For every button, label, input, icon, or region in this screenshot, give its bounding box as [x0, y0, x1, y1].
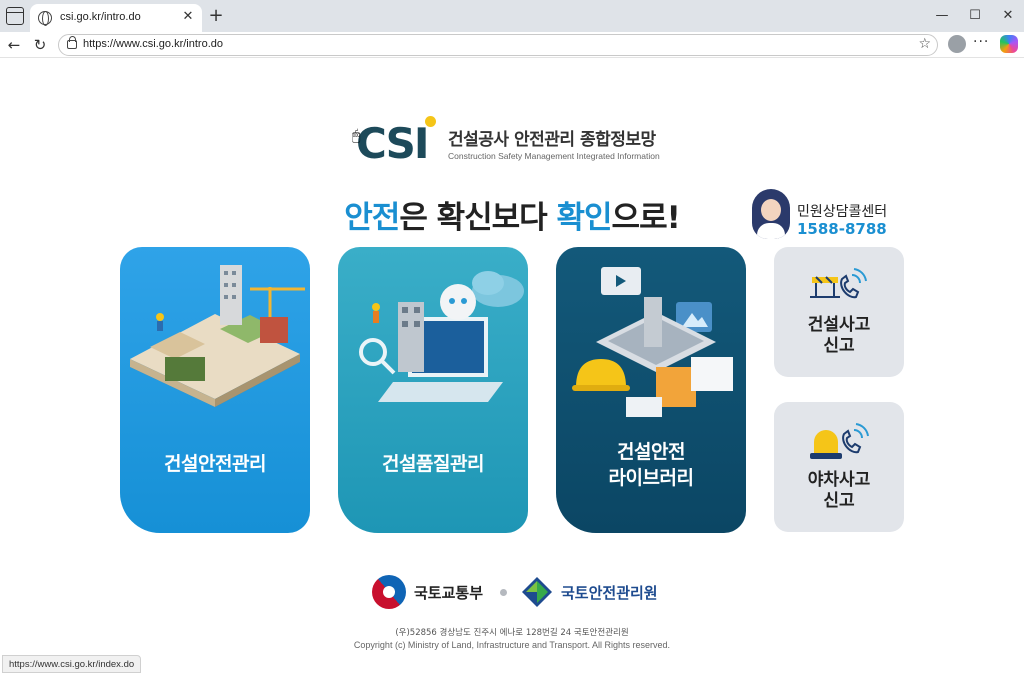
slogan-text-1: 은 확신보다: [399, 200, 557, 236]
slogan-highlight-1: 안전: [344, 200, 400, 236]
card-label-line1: 건설안전: [617, 441, 685, 463]
profile-avatar[interactable]: [948, 35, 966, 53]
call-center-title: 민원상담콜센터: [797, 204, 888, 220]
robot-laptop-illustration: [359, 271, 524, 402]
call-center-agent-icon: [752, 189, 790, 239]
more-menu-icon[interactable]: ···: [973, 34, 989, 50]
minimize-button[interactable]: —: [932, 6, 952, 26]
mouse-cursor-icon: 🖱: [352, 128, 361, 144]
browser-tab-bar: csi.go.kr/intro.do ✕ + — ☐ ✕: [0, 0, 1024, 32]
slogan-text-2: 으로!: [611, 200, 681, 236]
kalis-emblem-icon[interactable]: [520, 575, 554, 609]
lock-icon[interactable]: [67, 36, 77, 49]
address-bar[interactable]: https://www.csi.go.kr/intro.do ☆: [58, 34, 938, 56]
card-label-line2: 라이브러리: [608, 467, 694, 489]
side-label-line2: 신고: [823, 491, 855, 511]
back-button[interactable]: ←: [4, 35, 24, 55]
url-text[interactable]: https://www.csi.go.kr/intro.do: [83, 38, 223, 50]
maximize-button[interactable]: ☐: [965, 6, 985, 26]
safety-library-card[interactable]: 건설안전 라이브러리: [556, 247, 746, 533]
copilot-icon[interactable]: [1000, 35, 1018, 53]
night-accident-report-button[interactable]: 야차사고 신고: [774, 402, 904, 532]
browser-nav-bar: ← ↻ https://www.csi.go.kr/intro.do ☆ ···: [0, 32, 1024, 58]
tab-title: csi.go.kr/intro.do: [60, 11, 141, 23]
logo-korean-text: 건설공사 안전관리 종합정보망: [448, 130, 656, 150]
tab-actions-icon[interactable]: [6, 7, 24, 25]
construction-site-illustration: [130, 265, 305, 407]
card-label: 건설품질관리: [382, 453, 484, 475]
footer-copyright: Copyright (c) Ministry of Land, Infrastr…: [353, 640, 671, 650]
molit-name[interactable]: 국토교통부: [414, 582, 483, 603]
page-content: CSI 건설공사 안전관리 종합정보망 Construction Safety …: [4, 59, 1020, 673]
close-tab-icon[interactable]: ✕: [180, 9, 196, 25]
construction-accident-report-button[interactable]: 건설사고 신고: [774, 247, 904, 377]
kalis-name[interactable]: 국토안전관리원: [561, 582, 658, 603]
globe-icon: [38, 11, 52, 26]
side-label-line2: 신고: [823, 336, 855, 356]
new-tab-button[interactable]: +: [206, 6, 226, 26]
footer-logos: 국토교통부 국토안전관리원: [4, 575, 1020, 611]
logo-mark: CSI: [356, 119, 429, 168]
close-window-button[interactable]: ✕: [998, 6, 1018, 26]
side-label-line1: 건설사고: [807, 315, 871, 335]
browser-tab[interactable]: csi.go.kr/intro.do ✕: [30, 4, 202, 32]
molit-emblem-icon[interactable]: [372, 575, 406, 609]
footer-address: (우)52856 경상남도 진주시 에나로 128번길 24 국토안전관리원: [395, 628, 629, 638]
construction-safety-card[interactable]: 건설안전관리: [120, 247, 310, 533]
construction-phone-icon: [810, 268, 867, 299]
site-logo[interactable]: CSI 건설공사 안전관리 종합정보망 Construction Safety …: [356, 116, 686, 171]
side-label-line1: 야차사고: [807, 470, 871, 490]
construction-quality-card[interactable]: 건설품질관리: [338, 247, 528, 533]
reload-button[interactable]: ↻: [30, 35, 50, 55]
logo-english-text: Construction Safety Management Integrate…: [448, 151, 660, 161]
call-center-number: 1588-8788: [797, 220, 887, 238]
separator-dot: [500, 589, 507, 596]
favorite-star-icon[interactable]: ☆: [918, 36, 931, 52]
card-label: 건설안전관리: [164, 453, 266, 475]
call-center: 민원상담콜센터 1588-8788: [752, 189, 912, 241]
library-illustration: [572, 267, 733, 417]
logo-dot: [425, 116, 436, 127]
status-bar-url: https://www.csi.go.kr/index.do: [2, 655, 142, 673]
siren-phone-icon: [810, 423, 869, 459]
slogan-highlight-2: 확인: [556, 200, 613, 236]
